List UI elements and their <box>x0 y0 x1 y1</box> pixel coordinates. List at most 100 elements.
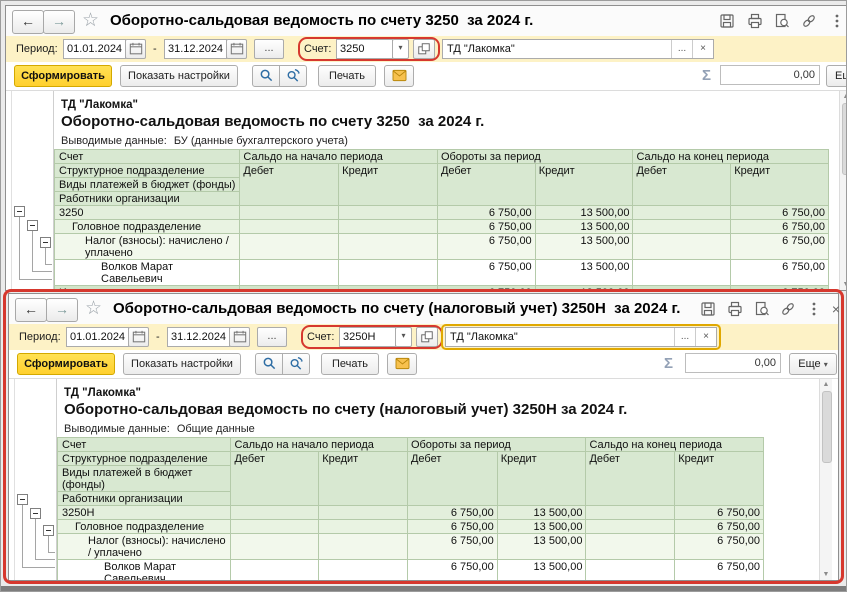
row-label-cell[interactable]: 3250 <box>55 206 240 220</box>
collapse-group-icon[interactable] <box>43 525 54 536</box>
account-open-button[interactable] <box>413 39 435 59</box>
link-icon[interactable] <box>779 301 797 319</box>
generate-button[interactable]: Сформировать <box>17 353 115 375</box>
value-cell[interactable] <box>231 560 319 581</box>
value-cell[interactable]: 6 750,00 <box>675 560 764 581</box>
favorite-star-icon[interactable]: ☆ <box>82 9 99 32</box>
row-label-cell[interactable]: Итого <box>55 286 240 291</box>
org-select-button[interactable]: ... <box>671 40 692 58</box>
value-cell[interactable] <box>319 534 408 560</box>
org-clear-button[interactable]: × <box>695 328 716 346</box>
value-cell[interactable]: 6 750,00 <box>675 506 764 520</box>
scrollbar-thumb[interactable] <box>842 103 847 175</box>
period-to-input[interactable] <box>167 327 230 347</box>
value-cell[interactable]: 6 750,00 <box>675 534 764 560</box>
account-input[interactable] <box>336 39 393 59</box>
value-cell[interactable] <box>240 234 339 260</box>
account-dropdown-button[interactable]: ▾ <box>392 39 409 59</box>
value-cell[interactable]: 6 750,00 <box>731 234 829 260</box>
organization-field[interactable]: ТД "Лакомка" ... × <box>445 327 717 347</box>
org-select-button[interactable]: ... <box>674 328 695 346</box>
row-label-cell[interactable]: Волков Марат Савельевич <box>58 560 231 581</box>
print-report-button[interactable]: Печать <box>318 65 376 87</box>
value-cell[interactable]: 6 750,00 <box>731 260 829 286</box>
link-icon[interactable] <box>800 13 818 31</box>
more-icon[interactable] <box>805 301 823 319</box>
value-cell[interactable] <box>633 234 731 260</box>
search-next-icon[interactable] <box>279 65 307 87</box>
value-cell[interactable] <box>586 520 675 534</box>
collapse-group-icon[interactable] <box>17 494 28 505</box>
save-icon[interactable] <box>699 301 717 319</box>
search-button[interactable] <box>252 65 280 87</box>
value-cell[interactable]: 6 750,00 <box>731 220 829 234</box>
collapse-group-icon[interactable] <box>27 220 38 231</box>
back-button[interactable]: ← <box>12 10 44 34</box>
calendar-icon[interactable] <box>125 39 146 59</box>
save-icon[interactable] <box>718 13 736 31</box>
search-button[interactable] <box>255 353 283 375</box>
collapse-group-icon[interactable] <box>30 508 41 519</box>
value-cell[interactable] <box>231 506 319 520</box>
calendar-icon[interactable] <box>226 39 247 59</box>
row-label-cell[interactable]: Волков Марат Савельевич <box>55 260 240 286</box>
value-cell[interactable] <box>240 260 339 286</box>
calendar-icon[interactable] <box>128 327 149 347</box>
row-label-cell[interactable]: Налог (взносы): начислено / уплачено <box>58 534 231 560</box>
scroll-up-icon[interactable]: ▲ <box>820 381 832 388</box>
account-open-button[interactable] <box>416 327 438 347</box>
more-icon[interactable] <box>828 13 846 31</box>
favorite-star-icon[interactable]: ☆ <box>85 297 102 320</box>
value-cell[interactable]: 13 500,00 <box>535 234 633 260</box>
scroll-down-icon[interactable]: ▼ <box>820 571 832 578</box>
collapse-group-icon[interactable] <box>40 237 51 248</box>
collapse-group-icon[interactable] <box>14 206 25 217</box>
show-settings-button[interactable]: Показать настройки <box>120 65 238 87</box>
value-cell[interactable] <box>633 206 731 220</box>
scroll-down-icon[interactable]: ▼ <box>840 281 847 288</box>
row-label-cell[interactable]: Головное подразделение <box>58 520 231 534</box>
sum-field[interactable] <box>685 353 781 373</box>
value-cell[interactable]: 6 750,00 <box>731 206 829 220</box>
value-cell[interactable]: 6 750,00 <box>437 260 535 286</box>
value-cell[interactable]: 13 500,00 <box>497 560 586 581</box>
period-from-input[interactable] <box>66 327 129 347</box>
value-cell[interactable]: 6 750,00 <box>407 534 497 560</box>
value-cell[interactable]: 6 750,00 <box>437 234 535 260</box>
preview-icon[interactable] <box>753 301 771 319</box>
back-button[interactable]: ← <box>15 298 47 322</box>
scrollbar-thumb[interactable] <box>822 391 832 463</box>
value-cell[interactable] <box>339 286 438 291</box>
period-options-button[interactable]: ... <box>257 327 287 347</box>
account-dropdown-button[interactable]: ▾ <box>395 327 412 347</box>
value-cell[interactable] <box>586 560 675 581</box>
value-cell[interactable] <box>339 260 438 286</box>
print-icon[interactable] <box>746 13 764 31</box>
value-cell[interactable] <box>319 520 408 534</box>
more-actions-button[interactable]: Еще ▾ <box>789 353 837 375</box>
period-options-button[interactable]: ... <box>254 39 284 59</box>
value-cell[interactable] <box>586 506 675 520</box>
vertical-scrollbar[interactable]: ▲ ▼ <box>839 91 847 290</box>
forward-button[interactable]: → <box>46 298 78 322</box>
row-label-cell[interactable]: Налог (взносы): начислено / уплачено <box>55 234 240 260</box>
value-cell[interactable] <box>240 220 339 234</box>
value-cell[interactable] <box>240 206 339 220</box>
row-label-cell[interactable]: Головное подразделение <box>55 220 240 234</box>
value-cell[interactable]: 6 750,00 <box>675 520 764 534</box>
calendar-icon[interactable] <box>229 327 250 347</box>
value-cell[interactable]: 13 500,00 <box>535 260 633 286</box>
value-cell[interactable]: 6 750,00 <box>407 560 497 581</box>
value-cell[interactable] <box>633 220 731 234</box>
email-button[interactable] <box>387 353 417 375</box>
generate-button[interactable]: Сформировать <box>14 65 112 87</box>
value-cell[interactable]: 13 500,00 <box>535 286 633 291</box>
value-cell[interactable]: 6 750,00 <box>437 286 535 291</box>
value-cell[interactable] <box>240 286 339 291</box>
value-cell[interactable]: 6 750,00 <box>437 206 535 220</box>
value-cell[interactable] <box>231 534 319 560</box>
value-cell[interactable] <box>633 286 731 291</box>
value-cell[interactable]: 13 500,00 <box>497 520 586 534</box>
print-report-button[interactable]: Печать <box>321 353 379 375</box>
value-cell[interactable] <box>339 206 438 220</box>
